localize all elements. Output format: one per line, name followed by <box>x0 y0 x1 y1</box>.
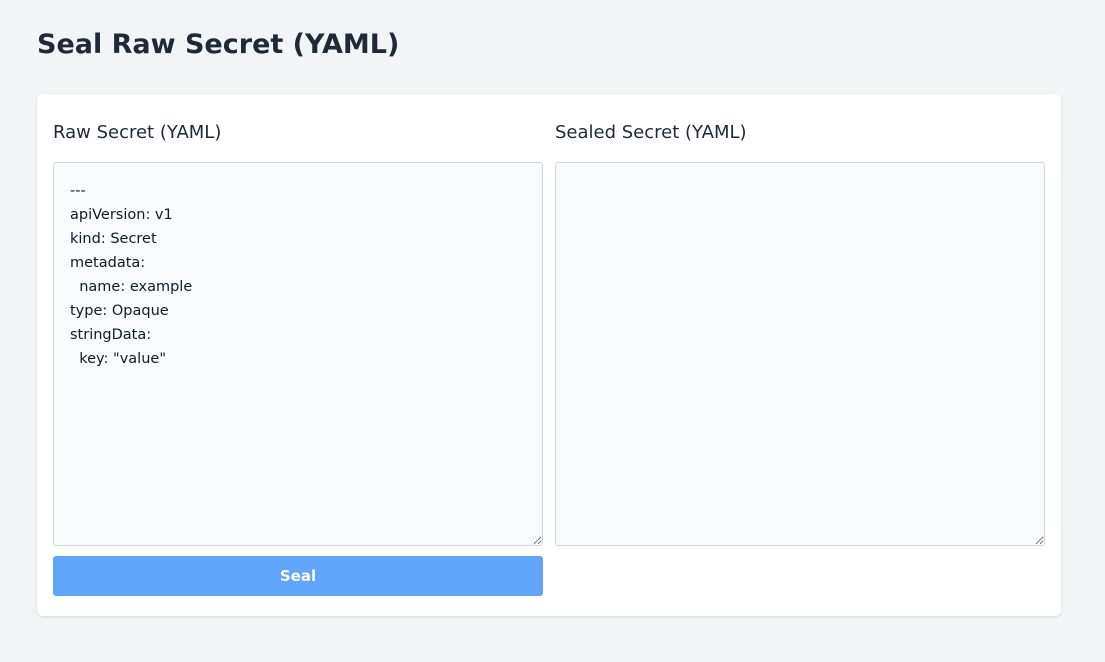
raw-secret-textarea[interactable]: --- apiVersion: v1 kind: Secret metadata… <box>53 162 543 546</box>
page-title: Seal Raw Secret (YAML) <box>37 29 400 60</box>
page: Seal Raw Secret (YAML) Raw Secret (YAML)… <box>0 0 1105 662</box>
raw-secret-label: Raw Secret (YAML) <box>53 122 222 143</box>
sealed-secret-textarea[interactable] <box>555 162 1045 546</box>
seal-button[interactable]: Seal <box>53 556 543 596</box>
sealed-secret-label: Sealed Secret (YAML) <box>555 122 747 143</box>
seal-form-card: Raw Secret (YAML) Sealed Secret (YAML) -… <box>37 94 1061 616</box>
